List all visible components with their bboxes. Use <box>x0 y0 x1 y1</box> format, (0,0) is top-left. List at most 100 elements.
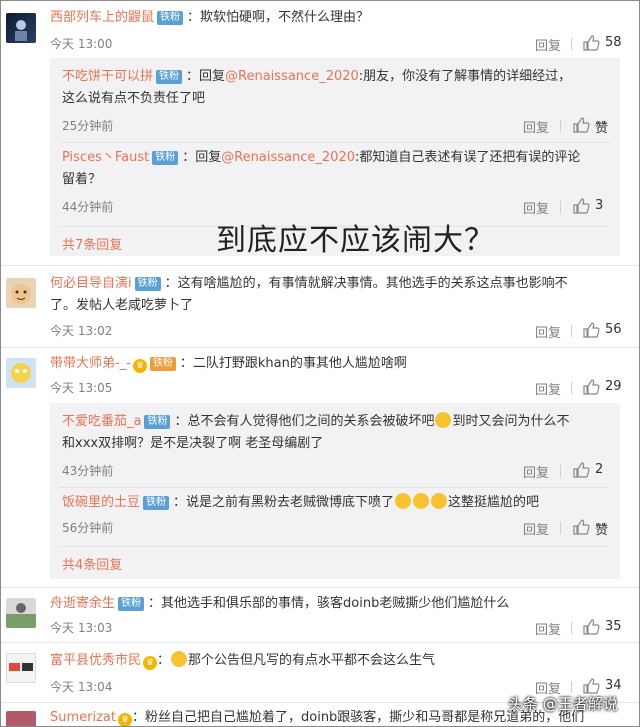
comment-item: 富平县优秀市民 ♛：那个公告但凡写的有点水平都不会这么生气 今天 13:04 回复… <box>1 643 639 699</box>
divider <box>60 546 610 547</box>
reply-author[interactable]: Pisces丶Faust <box>62 150 149 165</box>
reply-text: ：回复 <box>182 150 222 165</box>
comment-feed: 西部列车上的鼹鼠 铁粉 ：欺软怕硬啊，不然什么理由？ 今天 13:00 回复 58 … <box>0 0 640 727</box>
emoji-icon <box>413 493 430 509</box>
thumbs-up-icon[interactable] <box>572 461 590 479</box>
emoji-icon <box>431 493 448 509</box>
reply-button[interactable]: 回复 <box>535 322 561 341</box>
reply-author[interactable]: 饭碗里的土豆 <box>62 495 140 510</box>
view-more-replies-link[interactable]: 共7条回复 <box>62 234 122 253</box>
like-count: 29 <box>605 379 622 394</box>
comment-author[interactable]: 带带大师弟-_- <box>50 356 131 371</box>
like-count: 35 <box>605 619 622 634</box>
comment-author[interactable]: Sumerizat <box>50 710 116 725</box>
fan-badge: 铁粉 <box>134 277 161 291</box>
thumbs-up-icon[interactable] <box>572 518 590 536</box>
divider <box>560 120 561 132</box>
reply-text: ：回复 <box>186 69 226 84</box>
thumbs-up-icon[interactable] <box>582 378 600 396</box>
avatar[interactable] <box>6 278 36 308</box>
thumbs-up-icon[interactable] <box>572 197 590 215</box>
like-count: 58 <box>605 35 622 50</box>
like-count: 34 <box>605 678 622 693</box>
comment-time: 今天 13:05 <box>50 381 113 395</box>
reply-author[interactable]: 不爱吃番茄_a <box>62 414 141 429</box>
comment-author[interactable]: 何必目导自演i <box>50 276 132 291</box>
comment-time: 今天 13:02 <box>50 324 113 338</box>
reply-text-cont: :都知道自己表述有误了还把有误的评论 <box>354 150 581 165</box>
like-count: 56 <box>605 322 622 337</box>
divider <box>571 382 572 394</box>
comment-text: ：其他选手和俱乐部的事情，骇客doinb老贼撕少他们尴尬什么 <box>148 596 510 611</box>
comment-text: ：欺软怕硬啊，不然什么理由？ <box>187 10 370 25</box>
avatar[interactable] <box>6 598 36 628</box>
crown-icon: ♛ <box>132 359 147 373</box>
comment-time: 今天 13:04 <box>50 680 113 694</box>
reply-time: 43分钟前 <box>62 464 114 478</box>
crown-icon: ♛ <box>143 656 158 670</box>
watermark: 头条 @王者解说 <box>508 695 618 713</box>
fan-badge: 铁粉 <box>157 11 184 25</box>
crown-icon: ♛ <box>118 713 132 726</box>
fan-badge: 铁粉 <box>152 151 179 165</box>
view-more-replies-link[interactable]: 共4条回复 <box>62 554 122 573</box>
comment-time: 今天 13:00 <box>50 37 113 51</box>
thumbs-up-icon[interactable] <box>582 618 600 636</box>
reply-button[interactable]: 回复 <box>523 117 549 136</box>
avatar[interactable] <box>6 653 36 683</box>
like-count: 2 <box>595 462 604 477</box>
divider <box>560 201 561 213</box>
reply-time: 44分钟前 <box>62 200 114 214</box>
comment-text-line2: 了。发帖人老咸吃萝卜了 <box>50 298 194 313</box>
reply-text: ：说是之前有黑粉去老贼微博底下喷了 <box>173 495 395 510</box>
reply-button[interactable]: 回复 <box>535 35 561 54</box>
avatar[interactable] <box>6 13 36 43</box>
emoji-icon <box>171 651 188 667</box>
reply-time: 56分钟前 <box>62 521 114 535</box>
reply-text: ：总不会有人觉得他们之间的关系会被破坏吧 <box>174 414 435 429</box>
like-count: 3 <box>595 198 604 213</box>
reply-time: 25分钟前 <box>62 119 114 133</box>
reply-text-cont: 到时又会问为什么不 <box>452 414 570 429</box>
divider <box>60 142 610 143</box>
overlay-caption: 到底应不应该闹大？ <box>216 223 495 258</box>
comment-author[interactable]: 舟逝寄余生 <box>50 596 115 611</box>
reply-text-cont: :朋友，你没有了解事情的详细经过， <box>358 69 572 84</box>
fan-badge: 铁粉 <box>118 597 145 611</box>
reply-button[interactable]: 回复 <box>523 198 549 217</box>
fan-badge: 铁粉 <box>149 357 176 371</box>
comment-text: ：二队打野跟khan的事其他人尴尬啥啊 <box>179 356 407 371</box>
comment-text: ：这有啥尴尬的，有事情就解决事情。其他选手的关系这点事也影响不 <box>164 276 568 291</box>
reply-button[interactable]: 回复 <box>535 619 561 638</box>
reply-button[interactable]: 回复 <box>535 379 561 398</box>
divider <box>60 487 610 488</box>
thumbs-up-icon[interactable] <box>582 34 600 52</box>
thumbs-up-icon[interactable] <box>582 321 600 339</box>
fan-badge: 铁粉 <box>156 70 183 84</box>
fan-badge: 铁粉 <box>144 415 171 429</box>
reply-button[interactable]: 回复 <box>523 462 549 481</box>
thumbs-up-icon[interactable] <box>572 116 590 134</box>
divider <box>571 622 572 634</box>
comment-author[interactable]: 富平县优秀市民 <box>50 653 141 668</box>
comment-text: 那个公告但凡写的有点水平都不会这么生气 <box>188 653 436 668</box>
divider <box>571 681 572 693</box>
avatar[interactable] <box>6 358 36 388</box>
mention-link[interactable]: @Renaissance_2020 <box>225 69 359 84</box>
avatar[interactable] <box>6 711 36 726</box>
replies-panel: 不爱吃番茄_a 铁粉 ：总不会有人觉得他们之间的关系会被破坏吧 到时又会问为什么不 和… <box>50 403 620 579</box>
reply-text-line2: 和xxx双排啊？是不是决裂了啊 老圣母编剧了 <box>62 436 324 451</box>
divider <box>571 325 572 337</box>
fan-badge: 铁粉 <box>143 496 170 510</box>
comment-author[interactable]: 西部列车上的鼹鼠 <box>50 10 154 25</box>
comment-item: 带带大师弟-_- ♛ 铁粉 ：二队打野跟khan的事其他人尴尬啥啊 今天 13:05 … <box>1 348 639 398</box>
divider <box>571 38 572 50</box>
reply-button[interactable]: 回复 <box>523 519 549 538</box>
emoji-icon <box>435 412 452 428</box>
comment-item: 何必目导自演i 铁粉 ：这有啥尴尬的，有事情就解决事情。其他选手的关系这点事也影响不… <box>1 266 639 346</box>
like-label[interactable]: 赞 <box>595 519 608 538</box>
reply-author[interactable]: 不吃饼干可以拼 <box>62 69 153 84</box>
like-label[interactable]: 赞 <box>595 117 608 136</box>
mention-link[interactable]: @Renaissance_2020 <box>221 150 355 165</box>
divider <box>560 522 561 534</box>
